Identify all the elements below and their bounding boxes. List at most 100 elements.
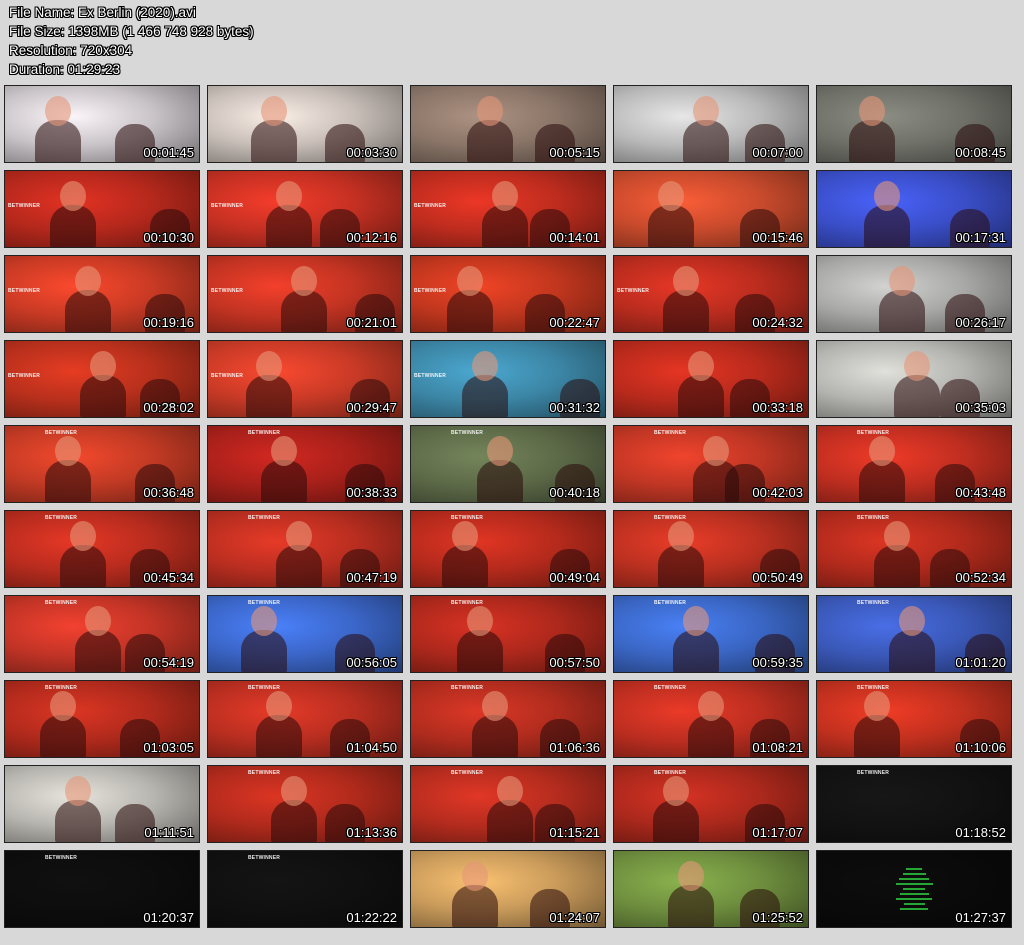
figure-silhouette [35,120,81,162]
figure-head [50,691,76,721]
figure-head [668,521,694,551]
figure-head [281,776,307,806]
figure-silhouette [462,375,508,417]
video-thumbnail: 00:33:18 [613,340,809,418]
video-thumbnail: BETWINNER 00:45:34 [4,510,200,588]
timestamp-label: 01:08:21 [752,740,803,755]
figure-head [70,521,96,551]
figure-silhouette [658,545,704,587]
duration-label: Duration: 01:29:23 [9,62,121,77]
figure-silhouette [487,800,533,842]
timestamp-label: 00:38:33 [346,485,397,500]
watermark-label: BETWINNER [857,430,890,436]
timestamp-label: 00:29:47 [346,400,397,415]
figure-silhouette [251,120,297,162]
video-thumbnail: BETWINNER 00:50:49 [613,510,809,588]
credits-line [896,898,932,900]
figure-head [678,861,704,891]
video-thumbnail: BETWINNER 00:57:50 [410,595,606,673]
figure-head [698,691,724,721]
watermark-label: BETWINNER [654,515,687,521]
figure-silhouette [261,460,307,502]
figure-head [276,181,302,211]
video-thumbnail: BETWINNER 00:24:32 [613,255,809,333]
video-thumbnail: 00:26:17 [816,255,1012,333]
timestamp-label: 00:12:16 [346,230,397,245]
video-thumbnail: BETWINNER 00:38:33 [207,425,403,503]
timestamp-label: 00:03:30 [346,145,397,160]
credits-line [895,883,933,885]
video-thumbnail: BETWINNER 00:12:16 [207,170,403,248]
figure-silhouette [683,120,729,162]
figure-head [688,351,714,381]
timestamp-label: 00:14:01 [549,230,600,245]
file-info: File Name: Ex Berlin (2020).avi File Siz… [9,3,254,79]
timestamp-label: 00:42:03 [752,485,803,500]
watermark-label: BETWINNER [248,430,281,436]
figure-head [487,436,513,466]
video-thumbnail: BETWINNER 01:18:52 [816,765,1012,843]
figure-head [75,266,101,296]
figure-silhouette [55,800,101,842]
figure-head [65,776,91,806]
timestamp-label: 00:59:35 [752,655,803,670]
video-thumbnail: BETWINNER 00:29:47 [207,340,403,418]
watermark-label: BETWINNER [45,600,78,606]
watermark-label: BETWINNER [451,600,484,606]
figure-head [683,606,709,636]
figure-silhouette [678,375,724,417]
timestamp-label: 01:11:51 [144,825,194,840]
figure-head [261,96,287,126]
timestamp-label: 01:18:52 [955,825,1006,840]
figure-head [889,266,915,296]
figure-silhouette [457,630,503,672]
figure-silhouette [879,290,925,332]
watermark-label: BETWINNER [451,685,484,691]
timestamp-label: 01:27:37 [955,910,1006,925]
figure-silhouette [246,375,292,417]
watermark-label: BETWINNER [45,515,78,521]
timestamp-label: 00:54:19 [143,655,194,670]
figure-head [864,691,890,721]
timestamp-label: 01:20:37 [143,910,194,925]
watermark-label: BETWINNER [45,685,78,691]
timestamp-label: 00:17:31 [955,230,1006,245]
figure-silhouette [50,205,96,247]
credits-line [903,888,925,890]
figure-head [869,436,895,466]
figure-head [904,351,930,381]
video-thumbnail: BETWINNER 00:43:48 [816,425,1012,503]
figure-head [457,266,483,296]
figure-head [256,351,282,381]
timestamp-label: 00:57:50 [549,655,600,670]
figure-silhouette [648,205,694,247]
timestamp-label: 01:15:21 [549,825,600,840]
video-thumbnail: BETWINNER 00:54:19 [4,595,200,673]
watermark-label: BETWINNER [414,288,447,294]
resolution-label: Resolution: 720x304 [9,43,133,58]
watermark-label: BETWINNER [654,685,687,691]
watermark-label: BETWINNER [248,770,281,776]
figure-silhouette [60,545,106,587]
figure-head [482,691,508,721]
figure-silhouette [482,205,528,247]
video-thumbnail: BETWINNER 00:40:18 [410,425,606,503]
figure-head [703,436,729,466]
watermark-label: BETWINNER [617,288,650,294]
video-thumbnail: BETWINNER 00:22:47 [410,255,606,333]
figure-silhouette [849,120,895,162]
figure-head [899,606,925,636]
figure-head [90,351,116,381]
figure-silhouette [894,375,940,417]
video-thumbnail: 00:03:30 [207,85,403,163]
video-thumbnail: BETWINNER 00:42:03 [613,425,809,503]
figure-silhouette [266,205,312,247]
figure-head [286,521,312,551]
figure-head [884,521,910,551]
video-thumbnail: BETWINNER 00:21:01 [207,255,403,333]
file-name-label: File Name: Ex Berlin (2020).avi [9,5,196,20]
video-thumbnail: 01:27:37 [816,850,1012,928]
watermark-label: BETWINNER [248,855,281,861]
timestamp-label: 01:25:52 [752,910,803,925]
video-thumbnail: BETWINNER 01:17:07 [613,765,809,843]
